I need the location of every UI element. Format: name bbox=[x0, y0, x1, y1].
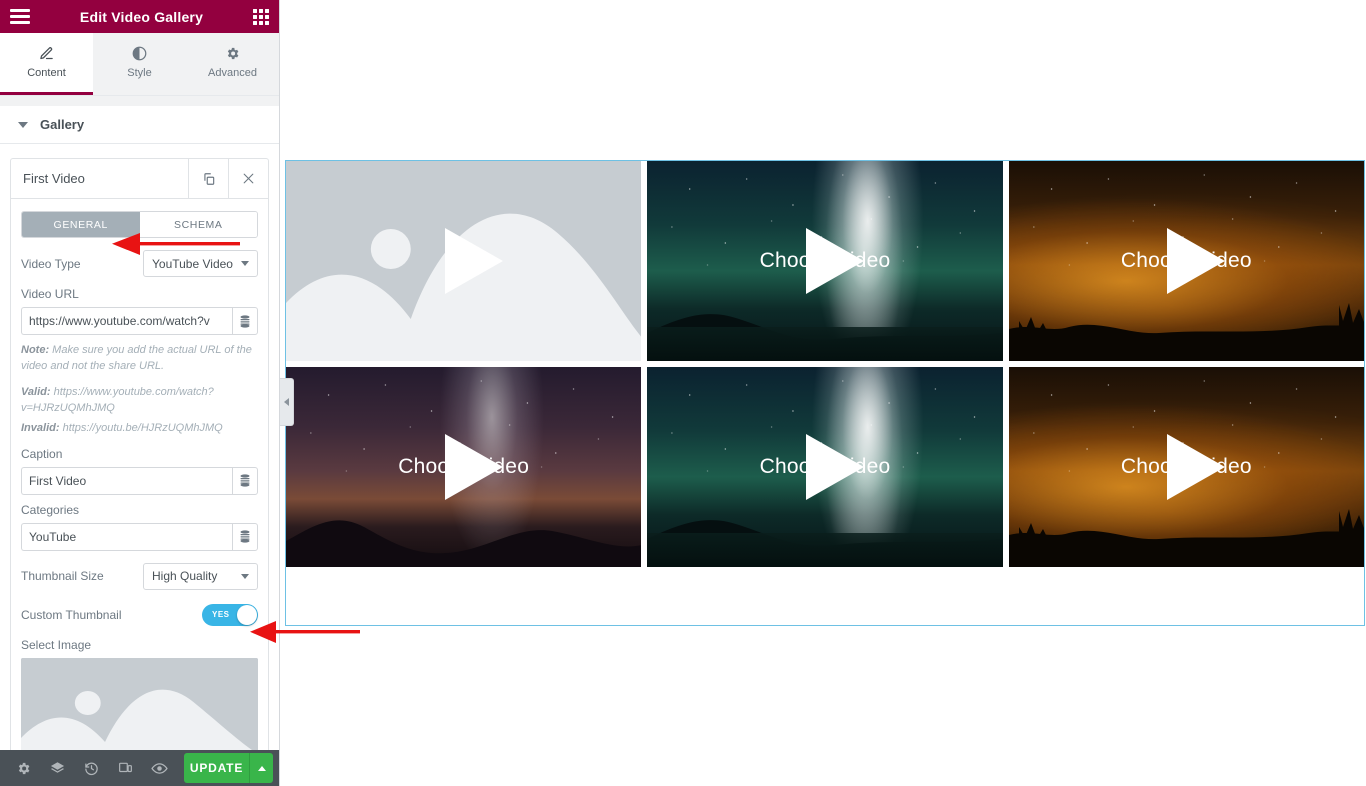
repeater-item-header: First Video bbox=[11, 159, 268, 199]
panel-tabs: Content Style Advanced bbox=[0, 33, 279, 96]
play-icon[interactable] bbox=[444, 228, 503, 294]
chevron-down-icon bbox=[241, 261, 249, 266]
image-placeholder-icon bbox=[21, 657, 258, 750]
pencil-icon bbox=[39, 46, 54, 61]
play-icon[interactable] bbox=[805, 228, 864, 294]
play-icon[interactable] bbox=[1167, 434, 1226, 500]
note-text: Make sure you add the actual URL of the … bbox=[21, 344, 252, 372]
panel-header: Edit Video Gallery bbox=[0, 0, 279, 33]
chevron-down-icon bbox=[241, 573, 249, 579]
thumbnail-size-value: High Quality bbox=[152, 569, 218, 584]
tree-silhouette bbox=[1008, 303, 1364, 361]
responsive-mode-icon[interactable] bbox=[108, 750, 142, 786]
gallery-tile[interactable]: Choose video bbox=[1008, 367, 1364, 567]
video-url-invalid-example: Invalid: https://youtu.be/HJRzUQMhJMQ bbox=[21, 421, 258, 437]
thumbnail-size-row: Thumbnail Size High Quality bbox=[21, 562, 258, 590]
video-type-label: Video Type bbox=[21, 256, 81, 271]
tab-advanced-label: Advanced bbox=[208, 67, 257, 79]
lake-decoration bbox=[647, 327, 1003, 361]
caption-label: Caption bbox=[21, 446, 63, 461]
mountain-silhouette bbox=[286, 520, 642, 567]
editor-canvas: Choose video Choose video Choose video C… bbox=[280, 0, 1366, 786]
categories-label: Categories bbox=[21, 502, 80, 517]
close-icon[interactable] bbox=[228, 159, 268, 198]
caption-input[interactable] bbox=[21, 466, 232, 495]
contrast-circle-icon bbox=[132, 46, 147, 61]
tab-content-label: Content bbox=[27, 67, 66, 79]
page-title: Edit Video Gallery bbox=[79, 8, 204, 25]
custom-thumbnail-toggle-state: YES bbox=[212, 610, 230, 620]
preview-eye-icon[interactable] bbox=[142, 750, 176, 786]
settings-gear-icon[interactable] bbox=[6, 750, 40, 786]
panel-spacer bbox=[0, 96, 279, 106]
video-url-note: Note: Make sure you add the actual URL o… bbox=[21, 343, 258, 375]
valid-text: https://www.youtube.com/watch?v=HJRzUQMh… bbox=[21, 385, 214, 414]
duplicate-icon[interactable] bbox=[188, 159, 228, 198]
lake-decoration bbox=[647, 533, 1003, 567]
thumbnail-size-select[interactable]: High Quality bbox=[143, 562, 258, 590]
update-button[interactable]: UPDATE bbox=[184, 753, 249, 783]
tab-advanced[interactable]: Advanced bbox=[186, 33, 279, 95]
video-url-field-wrap bbox=[21, 307, 258, 335]
thumbnail-size-label: Thumbnail Size bbox=[21, 569, 104, 584]
tab-style-label: Style bbox=[127, 67, 152, 79]
chevron-down-icon bbox=[18, 121, 28, 128]
chevron-up-icon[interactable] bbox=[249, 753, 273, 783]
custom-thumbnail-row: Custom Thumbnail YES bbox=[21, 603, 258, 626]
video-url-label: Video URL bbox=[21, 287, 79, 301]
gallery-tile[interactable]: Choose video bbox=[286, 367, 642, 567]
panel-footer: UPDATE bbox=[0, 750, 279, 786]
history-clock-icon[interactable] bbox=[74, 750, 108, 786]
select-image-placeholder[interactable] bbox=[21, 657, 258, 750]
dynamic-tags-icon[interactable] bbox=[232, 307, 258, 335]
valid-prefix: Valid: bbox=[21, 385, 51, 398]
tab-content[interactable]: Content bbox=[0, 33, 93, 95]
navigator-layers-icon[interactable] bbox=[40, 750, 74, 786]
panel-collapse-handle[interactable] bbox=[280, 378, 294, 426]
play-icon[interactable] bbox=[805, 434, 864, 500]
invalid-prefix: Invalid: bbox=[21, 421, 60, 434]
play-icon[interactable] bbox=[444, 434, 503, 500]
custom-thumbnail-label: Custom Thumbnail bbox=[21, 607, 122, 622]
arrow-to-general-tab bbox=[112, 233, 240, 255]
tab-style[interactable]: Style bbox=[93, 33, 186, 95]
categories-field-wrap bbox=[21, 522, 258, 551]
video-type-value: YouTube Video bbox=[152, 256, 233, 271]
dynamic-tags-icon[interactable] bbox=[232, 522, 258, 551]
gear-icon bbox=[225, 46, 240, 61]
invalid-text: https://youtu.be/HJRzUQMhJMQ bbox=[59, 421, 223, 434]
tree-silhouette bbox=[1008, 509, 1364, 567]
arrow-to-custom-thumbnail-toggle bbox=[250, 621, 360, 643]
gallery-tile[interactable]: Choose video bbox=[647, 367, 1003, 567]
select-image-label: Select Image bbox=[21, 637, 92, 652]
video-url-input[interactable] bbox=[21, 307, 232, 335]
repeater-item-title[interactable]: First Video bbox=[11, 159, 188, 198]
video-url-valid-example: Valid: https://www.youtube.com/watch?v=H… bbox=[21, 385, 258, 417]
gallery-tile[interactable]: Choose video bbox=[1008, 161, 1364, 361]
caption-field-wrap bbox=[21, 466, 258, 495]
gallery-tile[interactable]: Choose video bbox=[647, 161, 1003, 361]
chevron-left-icon bbox=[284, 398, 289, 406]
note-prefix: Note: bbox=[21, 344, 50, 356]
dynamic-tags-icon[interactable] bbox=[232, 466, 258, 495]
repeater-item-body: GENERAL SCHEMA Video Type YouTube Video … bbox=[11, 199, 268, 750]
section-gallery-label: Gallery bbox=[40, 117, 85, 132]
video-gallery-widget[interactable]: Choose video Choose video Choose video C… bbox=[285, 160, 1365, 626]
categories-input[interactable] bbox=[21, 522, 232, 551]
video-gallery-grid: Choose video Choose video Choose video C… bbox=[286, 161, 1364, 567]
section-gallery-header[interactable]: Gallery bbox=[0, 106, 279, 144]
apps-grid-icon[interactable] bbox=[253, 8, 269, 25]
play-icon[interactable] bbox=[1167, 228, 1226, 294]
gallery-tile[interactable] bbox=[286, 161, 642, 361]
elementor-editor-panel: Edit Video Gallery Content Style Advance… bbox=[0, 0, 280, 786]
hamburger-menu-icon[interactable] bbox=[10, 9, 30, 24]
